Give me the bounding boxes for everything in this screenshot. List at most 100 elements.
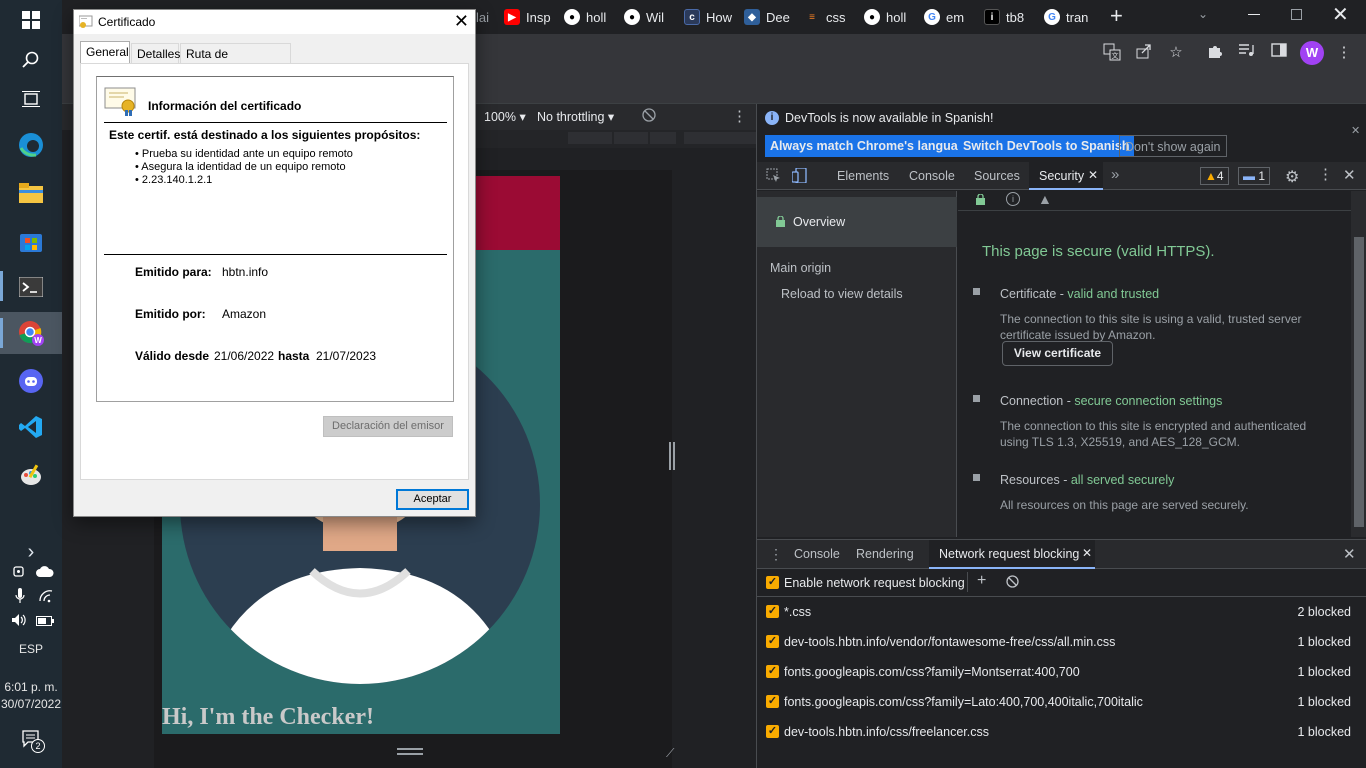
media-query-segment[interactable]	[684, 132, 756, 144]
scrollbar-thumb[interactable]	[1354, 237, 1364, 527]
search-icon[interactable]	[14, 43, 48, 77]
new-tab-button[interactable]: +	[1110, 4, 1123, 28]
wifi-icon[interactable]	[38, 589, 54, 606]
drawer-tab-rendering[interactable]: Rendering	[856, 547, 914, 561]
device-toggle-icon[interactable]	[791, 167, 807, 186]
add-pattern-icon[interactable]: +	[977, 572, 986, 590]
browser-tab[interactable]: c How	[684, 5, 732, 29]
close-devtools-icon[interactable]: ✕	[1343, 166, 1356, 184]
bookmark-star-icon[interactable]: ☆	[1166, 43, 1186, 63]
vscode-icon[interactable]	[14, 410, 48, 444]
security-scrollbar[interactable]	[1351, 191, 1366, 537]
browser-tab[interactable]: ▶ Insp	[504, 5, 551, 29]
browser-tab[interactable]: Gem	[924, 5, 964, 29]
always-match-language-button[interactable]: Always match Chrome's language	[765, 135, 978, 157]
windows-start-icon[interactable]	[14, 3, 48, 37]
list-item[interactable]: ✓ fonts.googleapis.com/css?family=Lato:4…	[757, 688, 1366, 718]
battery-icon[interactable]	[36, 615, 54, 629]
browser-tab-partial[interactable]: lai	[476, 5, 489, 29]
extensions-icon[interactable]	[1205, 43, 1225, 63]
file-explorer-icon[interactable]	[14, 176, 48, 210]
media-query-segment[interactable]	[650, 132, 676, 144]
edge-icon[interactable]	[14, 128, 48, 162]
tab-certification-path[interactable]: Ruta de certificación	[180, 43, 291, 75]
pattern-checkbox[interactable]: ✓	[766, 605, 779, 618]
tab-console[interactable]: Console	[909, 169, 955, 183]
height-resize-handle[interactable]	[397, 748, 423, 755]
messages-counter[interactable]: ▬ 1	[1238, 167, 1271, 185]
tab-security[interactable]: Security ✕	[1029, 162, 1103, 190]
sidebar-reload-hint[interactable]: Reload to view details	[781, 287, 903, 301]
list-item[interactable]: ✓ dev-tools.hbtn.info/css/freelancer.css…	[757, 718, 1366, 748]
width-resize-handle[interactable]	[669, 442, 675, 470]
pattern-checkbox[interactable]: ✓	[766, 665, 779, 678]
discord-icon[interactable]	[14, 364, 48, 398]
issuer-statement-button[interactable]: Declaración del emisor	[323, 416, 453, 437]
volume-icon[interactable]	[11, 613, 29, 630]
paint-icon[interactable]	[14, 459, 48, 493]
microsoft-store-icon[interactable]	[14, 224, 48, 258]
dont-show-again-button[interactable]: Don't show again	[1119, 135, 1227, 157]
microphone-icon[interactable]	[15, 588, 25, 607]
media-query-segment[interactable]	[614, 132, 648, 144]
media-query-segment[interactable]	[568, 132, 612, 144]
close-drawer-icon[interactable]: ✕	[1343, 545, 1356, 563]
tab-search-icon[interactable]: ⌄	[1198, 7, 1208, 21]
settings-gear-icon[interactable]: ⚙	[1285, 167, 1299, 187]
drawer-tab-network-request-blocking[interactable]: Network request blocking ✕	[929, 540, 1095, 569]
close-drawer-tab-icon[interactable]: ✕	[1082, 546, 1092, 560]
minimize-icon[interactable]	[1248, 14, 1260, 15]
dialog-close-icon[interactable]: ✕	[454, 12, 469, 30]
browser-tab[interactable]: ● holl	[564, 5, 606, 29]
browser-tab[interactable]: i tb8	[984, 5, 1024, 29]
more-tabs-icon[interactable]: »	[1111, 166, 1119, 183]
tab-sources[interactable]: Sources	[974, 169, 1020, 183]
side-panel-icon[interactable]	[1269, 43, 1289, 63]
enable-blocking-checkbox[interactable]: ✓	[766, 576, 779, 589]
list-item[interactable]: ✓ dev-tools.hbtn.info/vendor/fontawesome…	[757, 628, 1366, 658]
list-item[interactable]: ✓ fonts.googleapis.com/css?family=Montse…	[757, 658, 1366, 688]
switch-to-spanish-button[interactable]: Switch DevTools to Spanish	[958, 135, 1135, 157]
profile-avatar[interactable]: W	[1300, 41, 1324, 65]
browser-tab[interactable]: Gtran	[1044, 5, 1088, 29]
browser-tab[interactable]: ≡ css	[804, 5, 845, 29]
tab-elements[interactable]: Elements	[837, 169, 889, 183]
tab-details[interactable]: Detalles	[131, 43, 180, 63]
onedrive-icon[interactable]	[36, 566, 54, 580]
throttling-select[interactable]: No throttling ▾	[537, 109, 614, 124]
clock-date[interactable]: 30/07/2022	[0, 697, 62, 711]
inspect-element-icon[interactable]	[766, 168, 781, 186]
translate-icon[interactable]: 文	[1102, 43, 1122, 63]
close-tab-icon[interactable]: ✕	[1088, 168, 1098, 182]
task-view-icon[interactable]	[14, 82, 48, 116]
clear-patterns-icon[interactable]	[1006, 575, 1019, 591]
browser-tab[interactable]: ◆ Dee	[744, 5, 790, 29]
chrome-menu-icon[interactable]: ⋮	[1334, 43, 1354, 63]
pattern-checkbox[interactable]: ✓	[766, 695, 779, 708]
devtools-menu-icon[interactable]: ⋮	[1318, 165, 1333, 183]
window-close-icon[interactable]: ✕	[1332, 2, 1349, 27]
clock-time[interactable]: 6:01 p. m.	[0, 680, 62, 694]
chrome-icon[interactable]: W	[14, 316, 48, 350]
browser-tab[interactable]: ● holl	[864, 5, 906, 29]
list-item[interactable]: ✓ *.css 2 blocked	[757, 598, 1366, 628]
drawer-menu-icon[interactable]: ⋮	[769, 546, 783, 563]
infobar-close-icon[interactable]: ✕	[1351, 124, 1360, 137]
input-language[interactable]: ESP	[0, 642, 62, 656]
restore-icon[interactable]	[1291, 9, 1302, 20]
media-queue-icon[interactable]	[1237, 43, 1257, 63]
zoom-select[interactable]: 100% ▾	[484, 109, 526, 124]
accept-button[interactable]: Aceptar	[396, 489, 469, 510]
browser-tab[interactable]: ● Wil	[624, 5, 664, 29]
drawer-tab-console[interactable]: Console	[794, 547, 840, 561]
pattern-checkbox[interactable]: ✓	[766, 725, 779, 738]
rotate-icon[interactable]	[642, 108, 656, 125]
tab-general[interactable]: General	[80, 41, 130, 64]
sidebar-overview[interactable]: Overview	[757, 197, 957, 247]
terminal-icon[interactable]	[14, 270, 48, 304]
warnings-counter[interactable]: ▲4	[1200, 167, 1229, 185]
share-icon[interactable]	[1134, 43, 1154, 63]
pattern-checkbox[interactable]: ✓	[766, 635, 779, 648]
view-certificate-button[interactable]: View certificate	[1002, 341, 1113, 366]
device-toolbar-menu-icon[interactable]: ⋮	[732, 107, 747, 125]
